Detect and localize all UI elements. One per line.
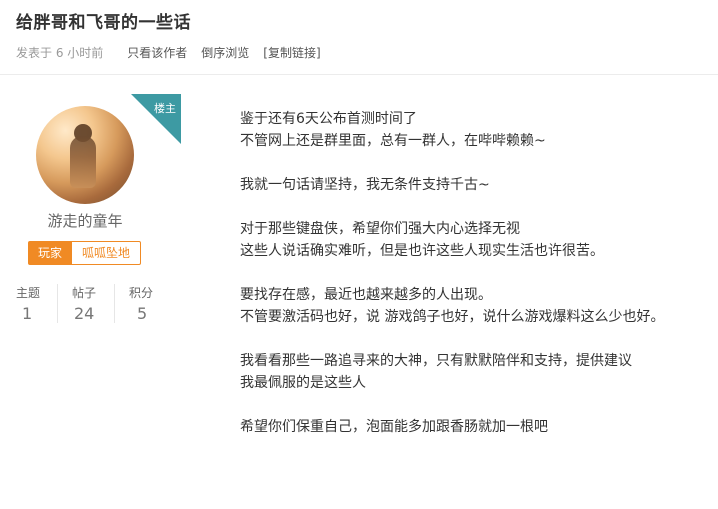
stat-points-label: 积分 bbox=[129, 286, 154, 300]
owner-badge: 楼主 bbox=[131, 94, 181, 144]
stat-posts-value: 24 bbox=[74, 304, 95, 323]
owner-badge-label: 楼主 bbox=[154, 102, 176, 115]
author-stats: 主题 1 帖子 24 积分 5 bbox=[0, 284, 170, 323]
posted-time: 发表于 6 小时前 bbox=[16, 46, 104, 60]
stat-posts-label: 帖子 bbox=[72, 286, 97, 300]
stat-topics-value: 1 bbox=[22, 304, 33, 323]
post-line: 希望你们保重自己，泡面能多加跟香肠就加一根吧 bbox=[240, 419, 548, 435]
post-line: 对于那些键盘侠，希望你们强大内心选择无视 bbox=[240, 221, 520, 237]
header-divider bbox=[0, 74, 718, 75]
stat-topics-label: 主题 bbox=[16, 286, 41, 300]
stat-posts[interactable]: 帖子 24 bbox=[57, 284, 114, 323]
stat-points[interactable]: 积分 5 bbox=[114, 284, 170, 323]
post-line: 鉴于还有6天公布首测时间了 bbox=[240, 111, 417, 127]
avatar[interactable] bbox=[36, 106, 134, 204]
stat-points-value: 5 bbox=[137, 304, 148, 323]
avatar-figure-body bbox=[70, 136, 96, 188]
post-line: 我就一句话请坚持，我无条件支持千古~ bbox=[240, 177, 490, 193]
tag-rank[interactable]: 呱呱坠地 bbox=[72, 241, 142, 265]
copy-link-button[interactable]: [复制链接] bbox=[263, 44, 320, 61]
post-line: 我最佩服的是这些人 bbox=[240, 375, 366, 391]
tag-player: 玩家 bbox=[28, 241, 73, 265]
post-line: 不管要激活码也好，说 游戏鸽子也好，说什么游戏爆料这么少也好。 bbox=[240, 309, 665, 325]
post-line: 要找存在感，最近也越来越多的人出现。 bbox=[240, 287, 492, 303]
post-line: 不管网上还是群里面，总有一群人，在哔哔赖赖~ bbox=[240, 133, 546, 149]
thread-title: 给胖哥和飞哥的一些话 bbox=[16, 13, 191, 33]
author-name[interactable]: 游走的童年 bbox=[0, 210, 170, 231]
post-line: 我看看那些一路追寻来的大神，只有默默陪伴和支持，提供建议 bbox=[240, 353, 632, 369]
stat-topics[interactable]: 主题 1 bbox=[0, 284, 57, 323]
post-line: 这些人说话确实难听，但是也许这些人现实生活也许很苦。 bbox=[240, 243, 604, 259]
author-only-link[interactable]: 只看该作者 bbox=[127, 44, 187, 61]
reverse-order-link[interactable]: 倒序浏览 bbox=[201, 44, 249, 61]
post-content: 鉴于还有6天公布首测时间了 不管网上还是群里面，总有一群人，在哔哔赖赖~ 我就一… bbox=[240, 108, 710, 438]
author-tags: 玩家 呱呱坠地 bbox=[28, 241, 142, 265]
thread-meta: 发表于 6 小时前 只看该作者 倒序浏览 [复制链接] bbox=[16, 44, 321, 61]
